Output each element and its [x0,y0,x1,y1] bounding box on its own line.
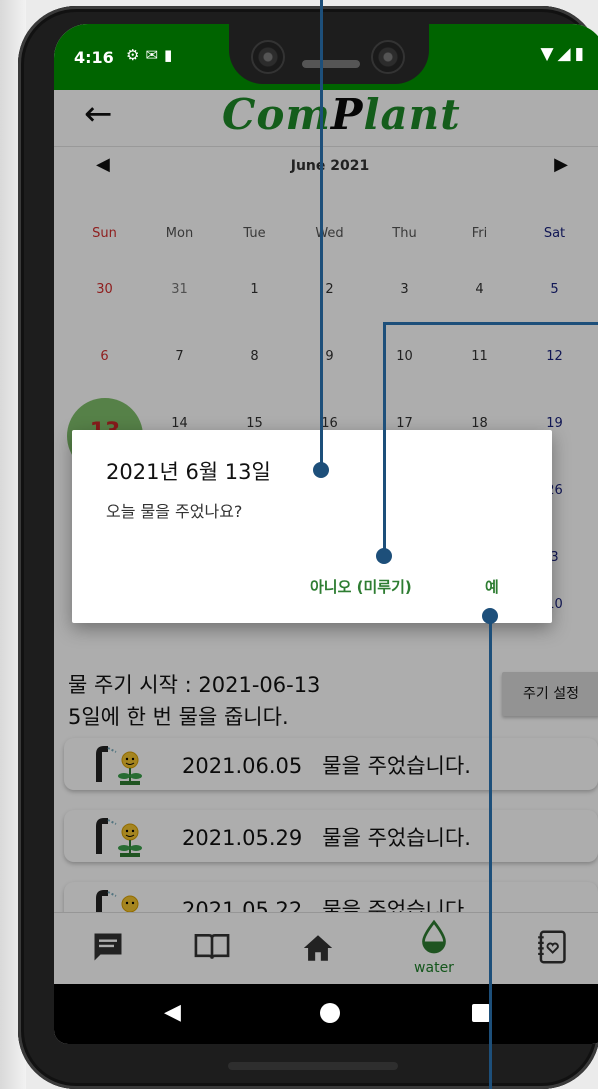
dialog-message: 오늘 물을 주었나요? [106,502,243,521]
annotation-dot-title [313,462,329,478]
phone-chin-speaker [228,1062,398,1070]
earpiece-speaker [302,60,360,68]
annotation-line-title [320,0,323,470]
status-bar: 4:16 ⚙✉▮ ▼◢▮ [54,24,598,90]
annotation-line-no-vertical [383,322,386,556]
annotation-line-no-horizontal [383,322,598,325]
status-time: 4:16 [74,48,114,67]
system-recents-icon[interactable] [472,1004,490,1022]
annotation-dot-yes [482,608,498,624]
system-home-icon[interactable] [320,1003,340,1023]
system-back-icon[interactable]: ◀ [164,1000,181,1025]
system-navigation-bar: ◀ [54,984,598,1044]
dialog-yes-button[interactable]: 예 [485,576,499,597]
camera-notch [229,24,429,84]
annotation-dot-no [376,548,392,564]
dialog-no-postpone-button[interactable]: 아니오 (미루기) [310,576,412,597]
water-confirm-dialog: 2021년 6월 13일 오늘 물을 주었나요? 아니오 (미루기) 예 [72,430,552,623]
dialog-title: 2021년 6월 13일 [106,460,271,484]
status-notification-icons: ⚙✉▮ [126,46,179,64]
front-camera-icon [371,40,405,74]
status-signal-wifi-battery-icons: ▼◢▮ [540,44,588,64]
annotation-line-yes [489,616,492,1089]
front-camera-icon [251,40,285,74]
